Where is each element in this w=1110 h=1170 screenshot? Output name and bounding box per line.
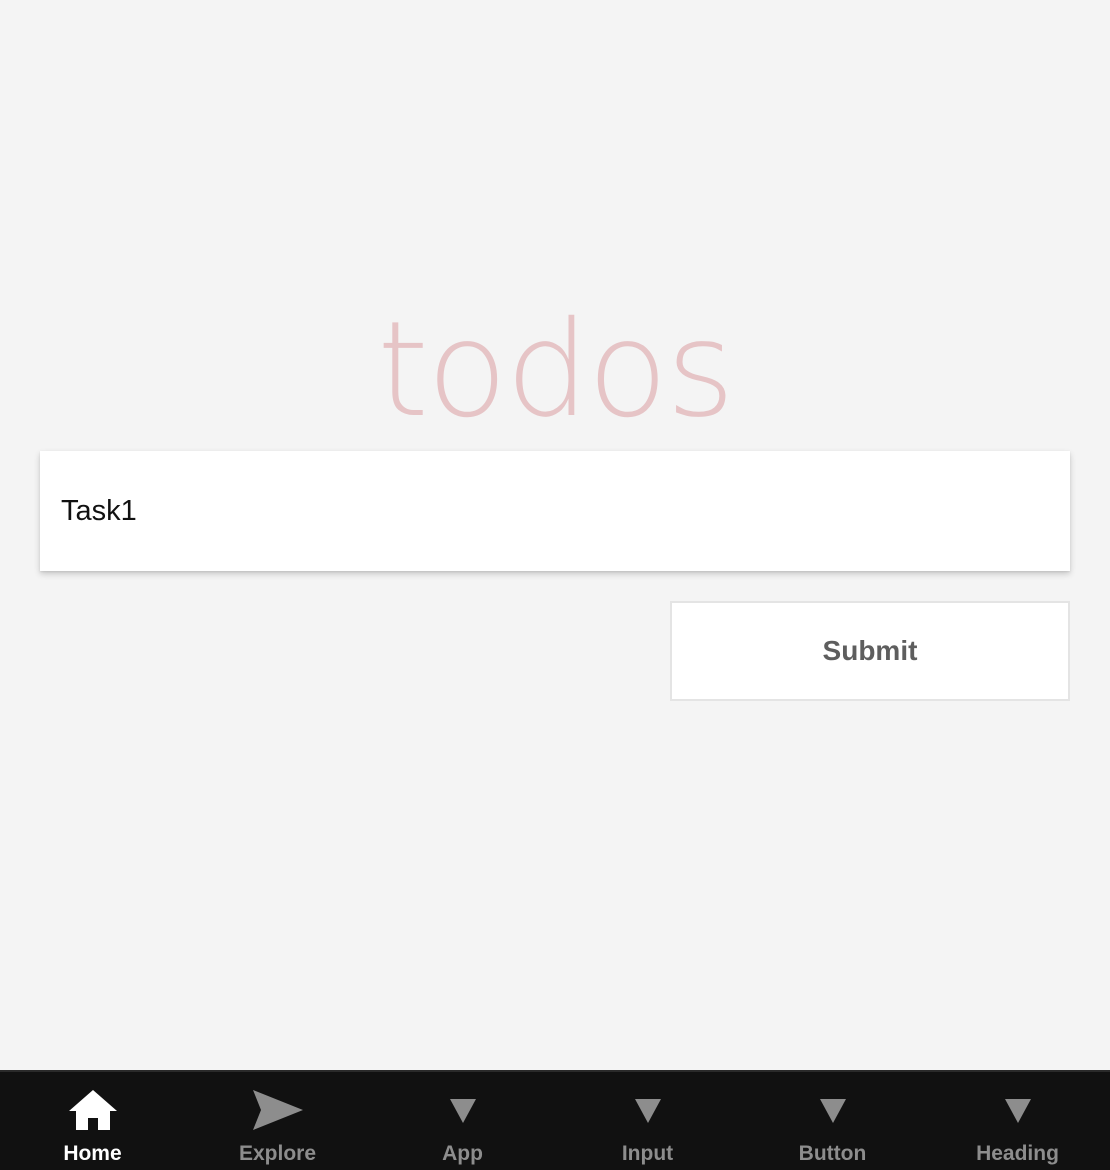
tab-button[interactable]: Button (740, 1072, 925, 1170)
tab-label-heading: Heading (976, 1142, 1059, 1165)
app-title: todos (377, 293, 735, 447)
todo-input[interactable] (40, 451, 1070, 571)
triangle-down-icon (988, 1088, 1048, 1132)
tab-label-home: Home (63, 1142, 122, 1165)
tab-app[interactable]: App (370, 1072, 555, 1170)
tab-label-app: App (442, 1142, 483, 1165)
tab-explore[interactable]: Explore (185, 1072, 370, 1170)
tab-label-input: Input (621, 1142, 674, 1165)
triangle-down-icon (803, 1088, 863, 1132)
tab-input[interactable]: Input (555, 1072, 740, 1170)
tab-label-button: Button (798, 1142, 867, 1165)
triangle-down-icon (618, 1088, 678, 1132)
tab-label-explore: Explore (238, 1142, 317, 1165)
send-icon (248, 1088, 308, 1132)
submit-button[interactable]: Submit (670, 601, 1070, 701)
tab-home[interactable]: Home (0, 1072, 185, 1170)
tab-heading[interactable]: Heading (925, 1072, 1110, 1170)
bottom-tab-bar: Home Explore App Input Button Heading (0, 1070, 1110, 1170)
triangle-down-icon (433, 1088, 493, 1132)
home-icon (63, 1088, 123, 1132)
